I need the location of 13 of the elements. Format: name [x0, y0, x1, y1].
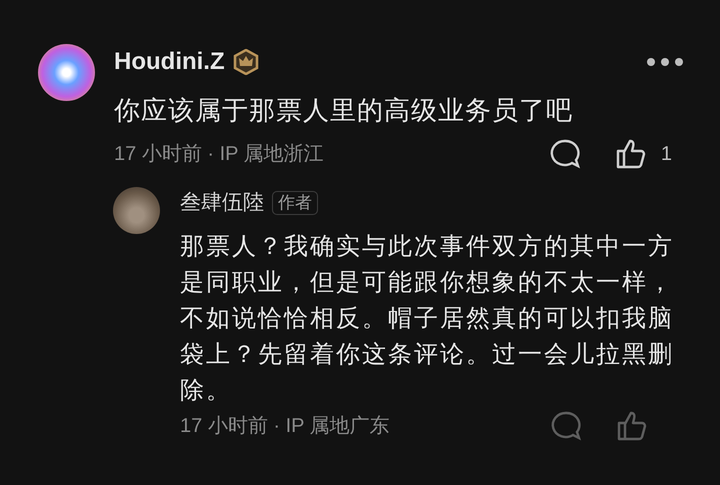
thumbs-up-icon[interactable] [614, 138, 647, 170]
author-name[interactable]: 叁肆伍陸 [180, 187, 264, 219]
more-menu-icon[interactable] [646, 57, 684, 67]
author-tag: 作者 [272, 191, 318, 215]
comment-meta: 17 小时前 · IP 属地广东 [180, 414, 390, 439]
thumbs-up-icon[interactable] [616, 410, 648, 442]
comment-icon[interactable] [548, 138, 581, 170]
author-name[interactable]: Houdini.Z [114, 44, 225, 80]
reply-text: 那票人？我确实与此次事件双方的其中一方是同职业，但是可能跟你想象的不太一样，不如说恰恰相反。帽子居然真的可以扣我脑袋上？先留着你这条评论。过一会儿拉黑删除。 [180, 232, 675, 406]
avatar[interactable] [113, 187, 160, 234]
comment-text: 你应该属于那票人里的高级业务员了吧 [114, 94, 574, 127]
like-count: 1 [660, 142, 672, 167]
comment-meta: 17 小时前 · IP 属地浙江 [114, 142, 324, 167]
